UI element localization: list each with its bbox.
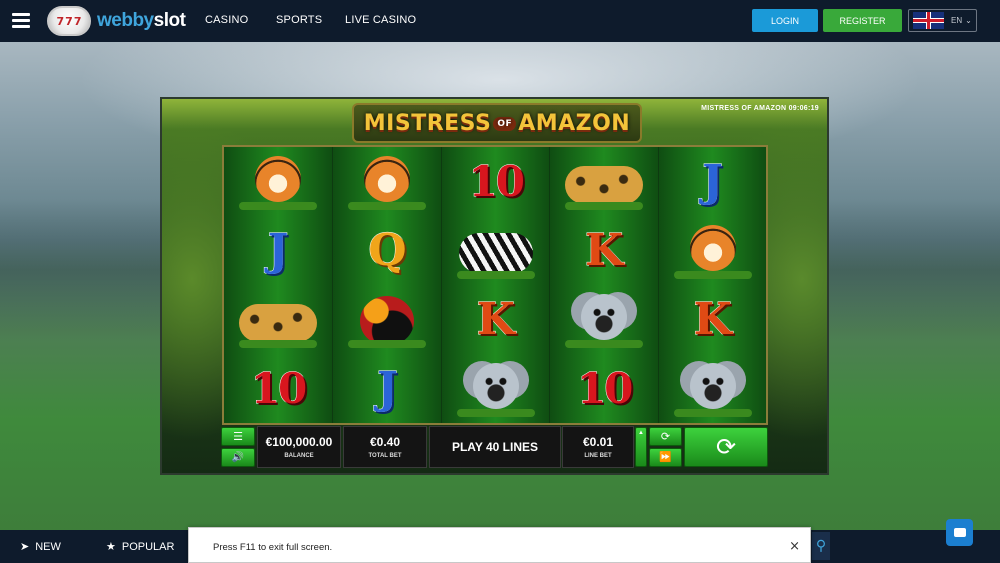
nav-casino[interactable]: CASINO (205, 14, 248, 26)
line-bet-stepper[interactable]: ▲ (635, 427, 647, 467)
tiger-symbol-icon (233, 152, 323, 212)
slot-logo-icon: 777 (47, 6, 91, 36)
close-notification-icon[interactable]: × (789, 539, 800, 554)
reel-3: 10 K (440, 147, 550, 423)
language-code: EN (951, 16, 963, 25)
tiger-symbol-icon (668, 221, 758, 281)
reel-5: JK (657, 147, 767, 423)
reel-symbol: 10 (442, 147, 550, 216)
fullscreen-message: Press F11 to exit full screen. (213, 542, 333, 553)
register-button[interactable]: REGISTER (823, 9, 902, 32)
toucan-symbol-icon (342, 290, 432, 350)
menu-icon: ☰ (233, 430, 243, 443)
language-selector[interactable]: EN ⌄ (908, 9, 977, 32)
leopard-symbol-icon (559, 152, 649, 212)
logo-wordmark: webbyslot (97, 10, 186, 31)
line-bet-panel: €0.01 LINE BET (562, 426, 634, 468)
hamburger-menu-icon[interactable] (12, 13, 30, 28)
reel-symbol (442, 216, 550, 285)
spin-button[interactable]: ⟳ (684, 427, 768, 467)
reel-symbol: 10 (224, 354, 332, 423)
koala-symbol-icon (668, 359, 758, 419)
balance-panel: €100,000.00 BALANCE (257, 426, 341, 468)
card-symbol-j: J (376, 362, 398, 414)
reel-symbol (550, 285, 658, 354)
card-symbol-q: Q (368, 224, 407, 276)
slot-reels: J 10 Q J 10 K K 10 J K (222, 145, 768, 425)
play-lines-button[interactable]: PLAY 40 LINES (429, 426, 561, 468)
caret-up-icon: ▲ (638, 430, 644, 436)
category-popular[interactable]: ★ POPULAR (106, 540, 174, 553)
reel-4: K 10 (549, 147, 658, 423)
nav-sports[interactable]: SPORTS (276, 14, 322, 26)
card-symbol-k: K (693, 293, 732, 345)
nav-live-casino[interactable]: LIVE CASINO (345, 14, 416, 26)
menu-button[interactable]: ☰ (221, 427, 255, 446)
card-symbol-k: K (476, 293, 515, 345)
play-lines-label: PLAY 40 LINES (451, 440, 539, 454)
autoplay-button[interactable]: ⟳ (649, 427, 682, 446)
sound-button[interactable]: 🔊 (221, 448, 255, 467)
card-symbol-10: 10 (250, 363, 307, 413)
line-bet-value: €0.01 (582, 435, 614, 449)
reel-symbol (333, 147, 441, 216)
rocket-icon: ➤ (20, 540, 30, 553)
card-symbol-j: J (267, 224, 289, 276)
card-symbol-10: 10 (468, 156, 525, 206)
game-title-banner: MISTRESS OF AMAZON (352, 103, 642, 143)
reel-symbol: J (333, 354, 441, 423)
reel-symbol (333, 285, 441, 354)
game-clock: MISTRESS OF AMAZON 09:06:19 (701, 105, 819, 112)
reel-2: QJ (332, 147, 441, 423)
uk-flag-icon (913, 12, 944, 29)
koala-symbol-icon (451, 359, 541, 419)
reel-symbol (659, 354, 767, 423)
balance-label: BALANCE (284, 453, 314, 459)
balance-value: €100,000.00 (265, 435, 333, 449)
reel-symbol: 10 (550, 354, 658, 423)
autoplay-icon: ⟳ (660, 430, 671, 443)
koala-symbol-icon (559, 290, 649, 350)
reel-symbol (550, 147, 658, 216)
chevron-down-icon: ⌄ (965, 16, 972, 25)
total-bet-panel: €0.40 TOTAL BET (343, 426, 427, 468)
site-logo[interactable]: 777 webbyslot (47, 6, 186, 36)
reel-symbol (659, 216, 767, 285)
category-new-label: NEW (35, 540, 61, 553)
reel-symbol (224, 285, 332, 354)
reel-symbol: K (442, 285, 550, 354)
card-symbol-k: K (585, 224, 624, 276)
game-window: MISTRESS OF AMAZON MISTRESS OF AMAZON 09:0… (160, 97, 829, 475)
reel-1: J 10 (224, 147, 333, 423)
reel-symbol (224, 147, 332, 216)
login-button[interactable]: LOGIN (752, 9, 818, 32)
search-icon[interactable]: ⚲ (812, 532, 830, 560)
leopard-symbol-icon (233, 290, 323, 350)
speaker-icon: 🔊 (231, 452, 245, 463)
reel-symbol: J (224, 216, 332, 285)
chat-icon (953, 528, 966, 537)
line-bet-label: LINE BET (584, 453, 612, 459)
card-symbol-j: J (702, 155, 724, 207)
fast-forward-icon: ⏩ (659, 452, 672, 463)
zebra-symbol-icon (451, 221, 541, 281)
top-navigation-bar: 777 webbyslot CASINO SPORTS LIVE CASINO … (0, 0, 1000, 42)
category-new[interactable]: ➤ NEW (20, 540, 61, 553)
category-popular-label: POPULAR (121, 540, 175, 553)
star-icon: ★ (106, 540, 116, 553)
total-bet-label: TOTAL BET (368, 453, 402, 459)
card-symbol-10: 10 (576, 363, 633, 413)
reel-symbol: J (659, 147, 767, 216)
tiger-symbol-icon (342, 152, 432, 212)
reel-symbol: Q (333, 216, 441, 285)
reel-symbol: K (550, 216, 658, 285)
total-bet-value: €0.40 (369, 435, 401, 449)
reel-symbol: K (659, 285, 767, 354)
reel-symbol (442, 354, 550, 423)
chat-button[interactable] (946, 519, 973, 546)
fast-forward-button[interactable]: ⏩ (649, 448, 682, 467)
fullscreen-notification: Press F11 to exit full screen. × (188, 527, 811, 563)
spin-icon: ⟳ (715, 433, 737, 461)
